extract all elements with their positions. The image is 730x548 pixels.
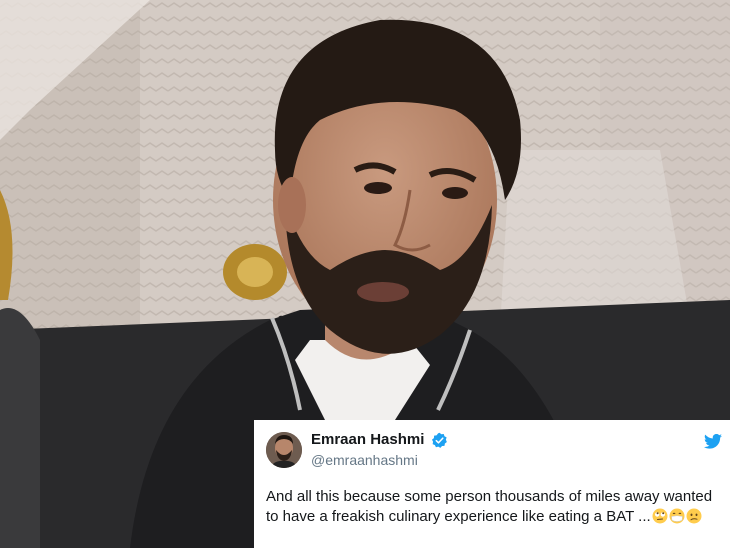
avatar[interactable] — [266, 432, 302, 468]
display-name[interactable]: Emraan Hashmi — [311, 431, 424, 448]
rolling-eyes-emoji-icon — [652, 508, 668, 524]
verified-badge-icon — [431, 432, 448, 449]
confused-face-emoji-icon — [686, 508, 702, 524]
user-handle[interactable]: @emraanhashmi — [311, 452, 418, 468]
tweet-text: And all this because some person thousan… — [266, 487, 726, 527]
medical-mask-emoji-icon — [669, 508, 685, 524]
twitter-bird-icon[interactable] — [704, 433, 722, 449]
tweet-card[interactable]: Emraan Hashmi @emraanhashmi And all this… — [254, 420, 730, 548]
tweet-body: And all this because some person thousan… — [266, 488, 713, 525]
